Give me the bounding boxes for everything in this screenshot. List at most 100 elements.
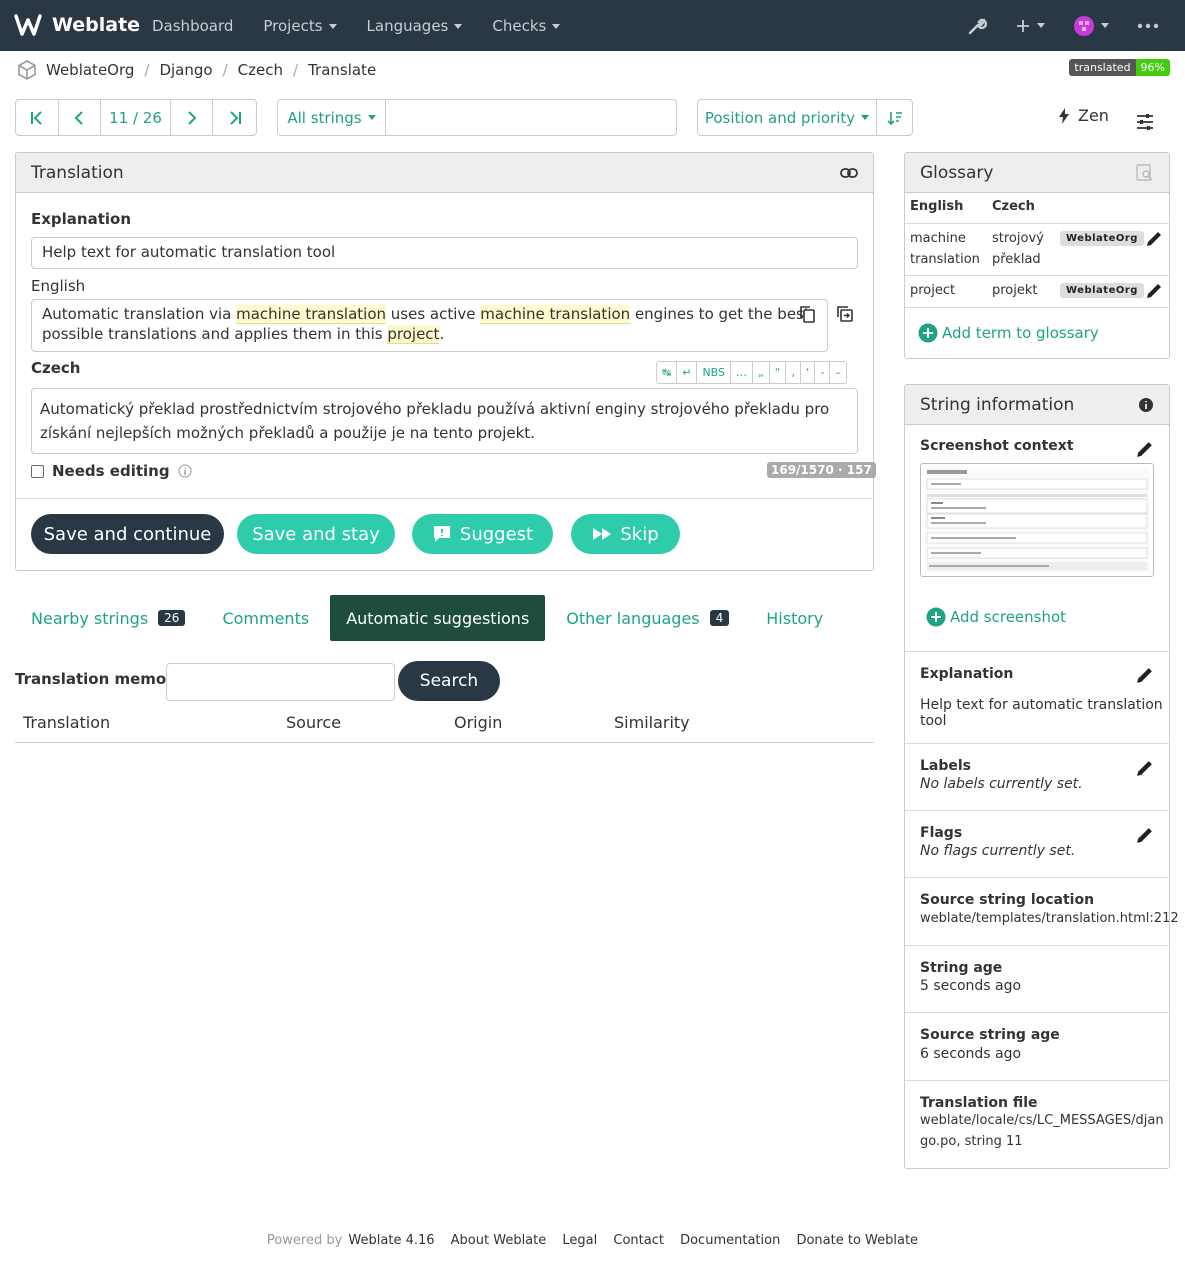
- brand-link[interactable]: Weblate: [14, 12, 140, 38]
- last-icon: [229, 110, 241, 125]
- footer-about-link[interactable]: About Weblate: [451, 1233, 547, 1248]
- status-badge[interactable]: translated 96%: [1069, 59, 1170, 76]
- string-age-label: String age: [920, 960, 1003, 976]
- tab-label: Nearby strings: [31, 608, 149, 628]
- tab-nearby-strings[interactable]: Nearby strings 26: [15, 595, 201, 641]
- main-menu: Dashboard Projects Languages Checks: [152, 0, 590, 51]
- menu-checks[interactable]: Checks: [492, 16, 561, 35]
- footer-documentation-link[interactable]: Documentation: [680, 1233, 780, 1248]
- suggest-label: Suggest: [459, 523, 534, 545]
- menu-languages[interactable]: Languages: [367, 17, 463, 35]
- screenshot-thumbnail[interactable]: [920, 463, 1154, 577]
- footer-legal-link[interactable]: Legal: [562, 1233, 597, 1248]
- translation-textarea[interactable]: Automatický překlad prostřednictvím stro…: [31, 388, 858, 454]
- filter-query-input[interactable]: [386, 100, 676, 135]
- insert-ellipsis-button[interactable]: …: [731, 362, 754, 383]
- menu-dashboard[interactable]: Dashboard: [152, 17, 233, 35]
- source-location-label: Source string location: [920, 892, 1095, 908]
- needs-editing-toggle[interactable]: Needs editing: [31, 462, 192, 480]
- glossary-term-source: project: [910, 283, 956, 298]
- tab-other-languages[interactable]: Other languages 4: [545, 595, 750, 641]
- labels-section-label: Labels: [920, 758, 972, 774]
- zen-mode-button[interactable]: Zen: [1058, 106, 1109, 125]
- footer-version-link[interactable]: Weblate 4.16: [348, 1233, 434, 1248]
- glossary-highlight[interactable]: project: [387, 325, 440, 344]
- skip-button[interactable]: Skip: [571, 514, 680, 554]
- add-glossary-term-link[interactable]: Add term to glossary: [918, 323, 1099, 343]
- menu-languages-label: Languages: [366, 16, 449, 35]
- insert-dash-button[interactable]: –: [830, 362, 846, 383]
- tab-automatic-suggestions[interactable]: Automatic suggestions: [330, 595, 546, 641]
- target-language-label: Czech: [31, 359, 81, 377]
- breadcrumb-project[interactable]: WeblateOrg: [46, 61, 134, 79]
- save-stay-button[interactable]: Save and stay: [237, 514, 395, 554]
- glossary-highlight[interactable]: machine translation: [236, 305, 387, 324]
- translation-memory-search-input[interactable]: [166, 663, 395, 701]
- clone-source-icon[interactable]: [836, 305, 854, 323]
- pencil-icon[interactable]: [1135, 440, 1154, 459]
- string-pager: 11 / 26: [15, 99, 257, 136]
- add-menu[interactable]: [1015, 18, 1045, 34]
- project-icon: [18, 60, 36, 80]
- insert-nbsp-button[interactable]: NBS: [697, 362, 732, 383]
- more-icon[interactable]: [1137, 23, 1159, 29]
- copy-icon[interactable]: [799, 305, 816, 323]
- needs-editing-checkbox[interactable]: [31, 464, 44, 478]
- tab-history[interactable]: History: [750, 595, 839, 641]
- filter-dropdown[interactable]: All strings: [278, 100, 386, 135]
- next-string-button[interactable]: [171, 100, 214, 135]
- chevron-down-icon: [328, 23, 337, 29]
- translation-panel-header: Translation: [16, 153, 873, 193]
- insert-quote-high-button[interactable]: “: [770, 362, 787, 383]
- search-button[interactable]: Search: [398, 661, 500, 701]
- source-text: Automatic translation via: [42, 305, 237, 323]
- pencil-icon[interactable]: [1135, 826, 1154, 845]
- previous-string-button[interactable]: [59, 100, 102, 135]
- save-continue-button[interactable]: Save and continue: [31, 514, 224, 554]
- string-position[interactable]: 11 / 26: [101, 100, 171, 135]
- pencil-icon[interactable]: [1135, 759, 1154, 778]
- menu-projects[interactable]: Projects: [263, 17, 337, 35]
- last-string-button[interactable]: [213, 100, 256, 135]
- breadcrumb-component[interactable]: Django: [159, 61, 212, 79]
- first-string-button[interactable]: [16, 100, 59, 135]
- sort-dropdown[interactable]: Position and priority: [698, 100, 877, 135]
- menu-checks-label: Checks: [492, 16, 547, 35]
- insert-single-high-button[interactable]: ‘: [801, 362, 816, 383]
- suggest-button[interactable]: Suggest: [412, 514, 553, 554]
- add-screenshot-label: Add screenshot: [950, 608, 1067, 626]
- add-screenshot-link[interactable]: Add screenshot: [926, 607, 1066, 627]
- tab-comments[interactable]: Comments: [201, 595, 330, 641]
- wrench-icon[interactable]: [967, 16, 987, 36]
- insert-hyphen-button[interactable]: -: [815, 362, 831, 383]
- weblate-logo-icon: [14, 14, 42, 36]
- sort-icon: [886, 111, 902, 125]
- pencil-icon[interactable]: [1135, 666, 1154, 685]
- chevron-down-icon: [861, 115, 870, 120]
- insert-single-low-button[interactable]: ‚: [786, 362, 801, 383]
- footer-donate-link[interactable]: Donate to Weblate: [796, 1233, 918, 1248]
- explanation-label: Explanation: [31, 210, 132, 228]
- translation-file-value-continued: go.po, string 11: [920, 1134, 1023, 1149]
- insert-tab-button[interactable]: ↹: [657, 362, 678, 383]
- glossary-search-icon[interactable]: [1136, 163, 1154, 182]
- top-navbar: Weblate Dashboard Projects Languages Che…: [0, 0, 1185, 51]
- pencil-icon[interactable]: [1145, 230, 1163, 248]
- translation-memory-table-header: Translation Source Origin Similarity: [15, 707, 874, 743]
- sort-direction-button[interactable]: [877, 100, 912, 135]
- sort-control: Position and priority: [697, 99, 913, 136]
- pencil-icon[interactable]: [1145, 282, 1163, 300]
- user-menu[interactable]: [1073, 15, 1109, 37]
- insert-quote-low-button[interactable]: „: [753, 362, 770, 383]
- insert-newline-button[interactable]: ↵: [677, 362, 698, 383]
- settings-sliders-icon[interactable]: [1136, 113, 1154, 131]
- source-location-value[interactable]: weblate/templates/translation.html:212: [920, 911, 1179, 926]
- glossary-highlight[interactable]: machine translation: [480, 305, 631, 324]
- glossary-project-badge: WeblateOrg: [1060, 231, 1144, 246]
- footer-contact-link[interactable]: Contact: [613, 1233, 664, 1248]
- explanation-section: Explanation Help text for automatic tran…: [905, 651, 1169, 743]
- breadcrumb-language[interactable]: Czech: [238, 61, 283, 79]
- link-icon[interactable]: [840, 167, 858, 179]
- source-age-label: Source string age: [920, 1027, 1060, 1043]
- info-icon[interactable]: [1138, 397, 1154, 413]
